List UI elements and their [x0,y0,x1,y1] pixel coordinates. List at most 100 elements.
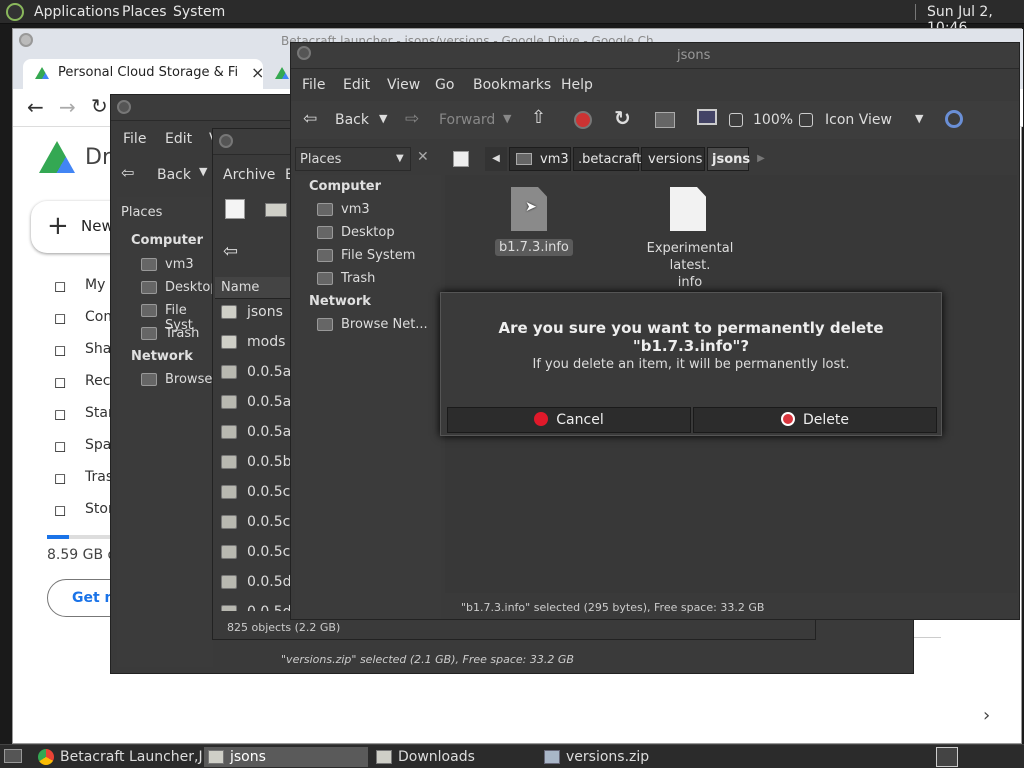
recent-icon: ◻ [53,373,67,389]
places-dropdown[interactable]: Places ▼ [295,147,411,171]
workspace-switcher-icon[interactable] [936,747,958,767]
open-archive-icon[interactable] [265,203,287,217]
places-sidebar: Places Computer vm3 Desktop File Syst Tr… [117,197,219,667]
back-button[interactable]: ⇦ Back ▼ [121,163,211,187]
archive-row-label: jsons [247,304,283,320]
back-label: Back [157,167,191,183]
zoom-out-icon[interactable] [729,113,743,127]
taskbar-item-versions-zip[interactable]: versions.zip [540,747,706,767]
menu-view[interactable]: View [387,77,420,93]
close-sidebar-icon[interactable]: ✕ [417,149,429,165]
window-close-icon[interactable] [297,46,311,60]
zoom-in-icon[interactable] [799,113,813,127]
show-desktop-icon[interactable] [4,749,22,763]
window-close-icon[interactable] [117,100,131,114]
breadcrumb-versions-label: versions [648,152,703,167]
archive-row[interactable]: 0.0.5c-3 [215,509,291,533]
menu-help[interactable]: Help [561,77,593,93]
applications-menu[interactable]: Applications [34,4,120,20]
reload-icon[interactable]: ↻ [91,94,108,118]
menu-go[interactable]: Go [435,77,454,93]
breadcrumb-vm3[interactable]: vm3 [509,147,571,171]
folder-icon [208,750,224,764]
menu-bookmarks[interactable]: Bookmarks [473,77,551,93]
breadcrumb-versions[interactable]: versions [641,147,705,171]
taskbar-item-jsons[interactable]: jsons [204,747,368,767]
chevron-right-icon[interactable]: › [983,705,990,726]
places-menu[interactable]: Places [122,4,167,20]
breadcrumb-jsons[interactable]: jsons [707,147,750,171]
archive-row[interactable]: 0.0.5c-2 [215,479,291,503]
archive-row[interactable]: mods [215,329,291,353]
name-column-header[interactable]: Name [215,277,295,299]
chevron-down-icon: ▼ [503,112,512,125]
back-arrow-icon: ⇦ [303,109,318,129]
forward-button[interactable]: ⇨ Forward ▼ [405,109,515,131]
window-close-icon[interactable] [19,33,33,47]
tab-close-icon[interactable]: × [251,63,264,82]
archive-row[interactable]: 0.0.5a_ [215,389,291,413]
jsons-titlebar: jsons [291,43,1019,69]
cancel-button[interactable]: Cancel [447,407,691,433]
sidebar-item-vm3[interactable]: vm3 [141,257,194,272]
sidebar-item-vm3[interactable]: vm3 [317,202,370,217]
drive-icon [317,249,333,262]
back-arrow-icon[interactable]: ← [27,95,44,119]
menu-edit[interactable]: Edit [165,131,192,147]
cancel-icon [534,412,549,426]
forward-arrow-icon[interactable]: → [59,95,76,119]
mint-logo-icon[interactable] [6,3,24,21]
system-menu[interactable]: System [173,4,225,20]
archive-row[interactable]: 0.0.5a_ [215,419,291,443]
menu-edit[interactable]: Edit [343,77,370,93]
file-item[interactable]: Experimental latest. info [625,185,755,290]
breadcrumb-left-icon[interactable]: ◀ [485,147,507,171]
archive-file-list: jsons mods 0.0.5a- 0.0.5a_ 0.0.5a_ 0.0.5b c 0.… [215,299,291,611]
archive-row[interactable]: jsons [215,299,291,323]
places-sidebar: Computer vm3 Desktop File System Trash N… [295,175,441,619]
sidebar-item-browse-network[interactable]: Browse [141,372,212,387]
back-arrow-icon: ⇦ [121,163,135,182]
menu-archive[interactable]: Archive [223,167,275,183]
jar-file-icon [221,425,237,439]
chrome-tab[interactable]: Personal Cloud Storage & File × [23,59,264,89]
taskbar-item-betacraft[interactable]: Betacraft Launcher,J... [34,747,216,767]
file-item[interactable]: ➤ b1.7.3.info [495,185,573,259]
folder-icon [221,305,237,319]
folder-icon [376,750,392,764]
computers-icon: ◻ [53,309,67,325]
sidebar-item-browse-network[interactable]: Browse Net... [317,317,428,332]
back-button[interactable]: ⇦ Back ▼ [301,109,391,131]
back-arrow-icon[interactable]: ⇦ [223,241,238,262]
archive-row[interactable]: 0.0.5b c [215,449,291,473]
search-icon[interactable] [945,110,963,128]
sidebar-item-desktop[interactable]: Desktop [141,280,219,295]
delete-button[interactable]: Delete [693,407,937,433]
edit-path-icon[interactable] [453,151,469,167]
archive-row[interactable]: 0.0.5d_ [215,569,291,593]
sidebar-item-trash[interactable]: Trash [317,271,375,286]
breadcrumb-right-icon[interactable]: ▶ [751,147,771,171]
archive-row[interactable]: 0.0.5d [215,599,291,611]
plus-icon: + [47,211,69,241]
sidebar-item-filesystem[interactable]: File System [317,248,415,263]
stop-icon[interactable] [574,111,592,129]
places-label[interactable]: Places [121,205,162,220]
second-tab-favicon[interactable] [275,67,289,79]
up-arrow-icon[interactable]: ⇧ [531,107,546,128]
view-mode-select[interactable]: Icon View ▼ [823,109,929,133]
menu-file[interactable]: File [123,131,146,147]
taskbar-item-downloads[interactable]: Downloads [372,747,536,767]
menu-file[interactable]: File [302,77,325,93]
archive-row[interactable]: 0.0.5c c [215,539,291,563]
computer-icon[interactable] [697,109,717,125]
sidebar-item-desktop[interactable]: Desktop [317,225,395,240]
archive-row[interactable]: 0.0.5a- [215,359,291,383]
window-close-icon[interactable] [219,134,233,148]
archive-row-label: mods [247,334,286,350]
sidebar-item-trash[interactable]: Trash [141,326,199,341]
new-archive-icon[interactable] [225,199,245,219]
breadcrumb-betacraft[interactable]: .betacraft [573,147,641,171]
reload-icon[interactable]: ↻ [614,106,631,130]
home-icon[interactable] [655,112,675,128]
